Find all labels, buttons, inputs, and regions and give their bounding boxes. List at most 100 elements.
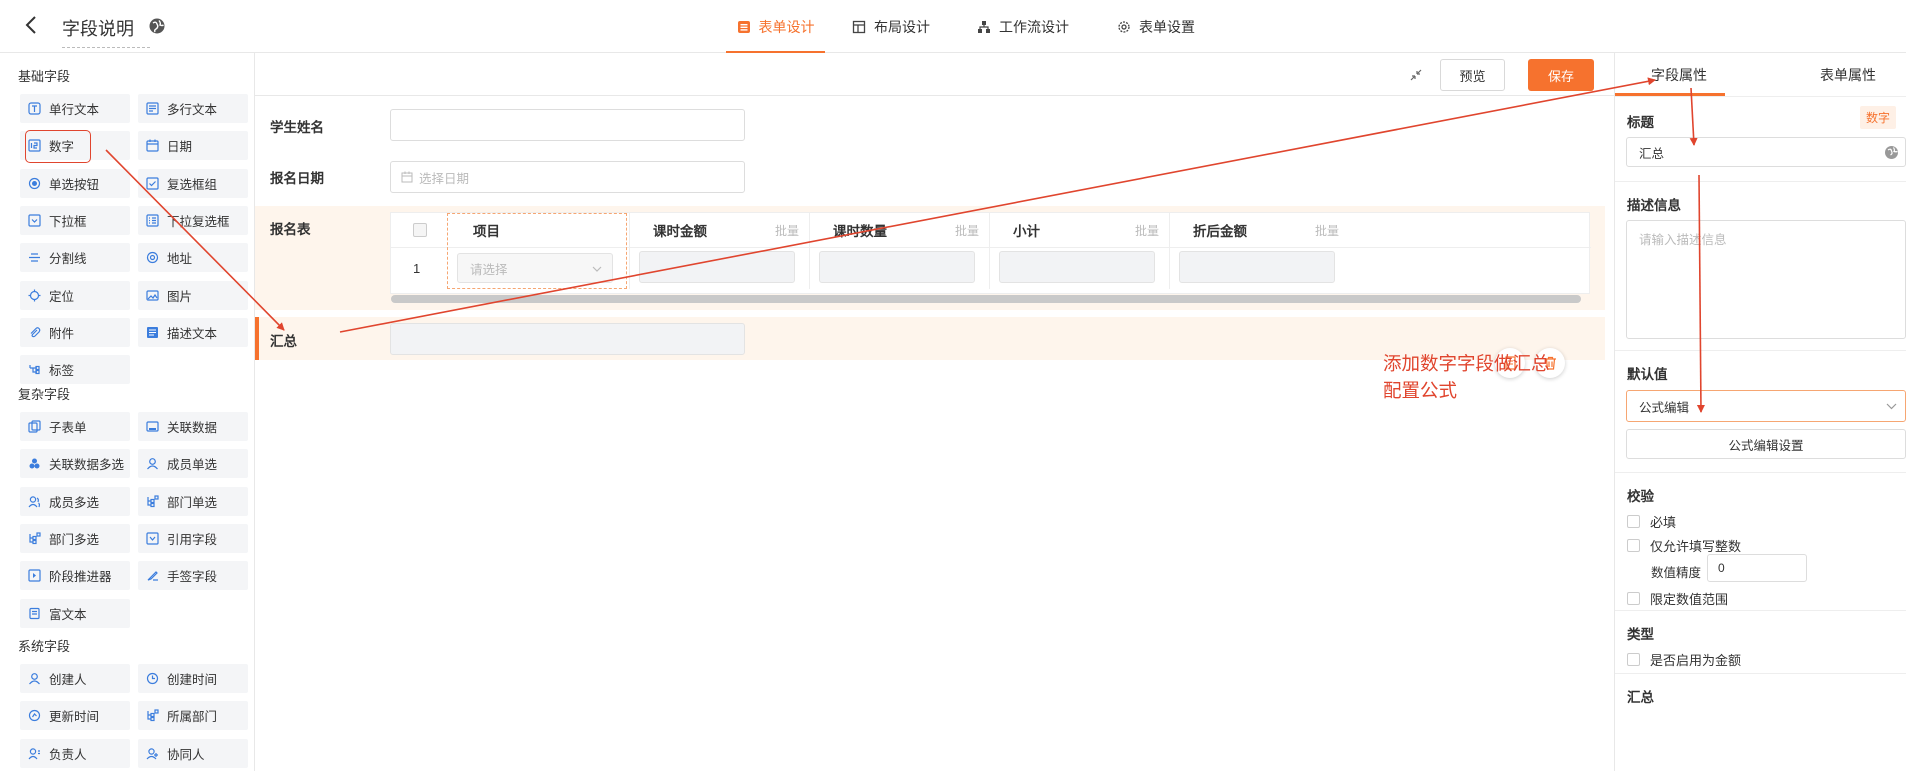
field-item[interactable]: 协同人 [138,738,248,768]
table-header-cell[interactable]: 小计 批量 [989,213,1169,247]
annotation-line-1: 添加数字字段做汇总 [1383,353,1550,374]
field-item[interactable]: 所属部门 [138,701,248,731]
field-item[interactable]: 关联数据多选 [20,449,130,479]
field-item[interactable]: 成员单选 [138,449,248,479]
select-all-checkbox[interactable] [413,223,427,237]
field-item-label: 部门单选 [167,495,218,510]
field-item[interactable]: 图片 [138,280,248,310]
field-item[interactable]: 单选按钮 [20,168,130,198]
horizontal-scrollbar[interactable] [391,295,1581,303]
save-button[interactable]: 保存 [1528,59,1594,91]
type-label: 类型 [1627,627,1654,642]
users-icon [28,495,41,508]
batch-button[interactable]: 批量 [1135,222,1159,239]
field-item[interactable]: 关联数据 [138,412,248,441]
globe-icon[interactable] [1884,145,1899,160]
field-item[interactable]: 手签字段 [138,561,248,591]
column-title: 小计 [1013,224,1040,239]
table-cell-input[interactable] [819,251,975,283]
batch-button[interactable]: 批量 [775,222,799,239]
field-item[interactable]: 负责人 [20,738,130,768]
checkbox-box[interactable] [1627,592,1640,605]
field-item[interactable]: 引用字段 [138,523,248,553]
field-item[interactable]: 标签 [20,355,130,385]
field-item[interactable]: 更新时间 [20,701,130,731]
batch-button[interactable]: 批量 [1315,222,1339,239]
field-item-label: 分割线 [49,252,87,267]
field-item[interactable]: 下拉框 [20,205,130,235]
batch-button[interactable]: 批量 [955,222,979,239]
date-placeholder: 选择日期 [419,171,470,186]
precision-label: 数值精度 [1651,566,1702,580]
field-item[interactable]: 阶段推进器 [20,561,130,591]
field-item[interactable]: 附件 [20,317,130,347]
required-label: 必填 [1650,515,1677,530]
shrink-icon[interactable] [1409,68,1423,82]
field-item[interactable]: 描述文本 [138,317,248,347]
checkbox-box[interactable] [1627,515,1640,528]
collaborator-icon [146,747,159,760]
address-icon [146,251,159,264]
tab-label: 布局设计 [874,18,930,35]
table-header-cell[interactable]: 课时金额 批量 [629,213,809,247]
field-item[interactable]: 部门多选 [20,523,130,553]
field-item[interactable]: 分割线 [20,243,130,273]
column-divider [809,213,810,289]
checkbox-box[interactable] [1627,653,1640,666]
preview-button[interactable]: 预览 [1440,59,1505,91]
field-item[interactable]: 成员多选 [20,486,130,516]
workflow-icon [978,20,990,33]
summary-input[interactable] [390,323,745,355]
subform-block[interactable]: 报名表 1 项目 请选择 课时金额 批量 课时数量 批量 小计 批量 折后金额 批量 [255,206,1605,310]
tab-field-properties[interactable]: 字段属性 [1651,65,1707,85]
field-item-label: 定位 [49,289,75,304]
limit-range-checkbox[interactable]: 限定数值范围 [1627,589,1728,608]
field-item[interactable]: 创建人 [20,664,130,693]
formula-settings-button[interactable]: 公式编辑设置 [1626,429,1906,459]
tab-form-settings[interactable]: 表单设置 [1117,0,1195,53]
enable-amount-checkbox[interactable]: 是否启用为金额 [1627,650,1741,669]
tab-workflow-design[interactable]: 工作流设计 [977,0,1069,53]
table-cell-input[interactable] [999,251,1155,283]
reference-icon [146,532,159,545]
item-select[interactable]: 请选择 [457,253,613,283]
tab-layout-design[interactable]: 布局设计 [852,0,930,53]
precision-input[interactable]: 0 [1707,554,1807,582]
field-item[interactable]: 日期 [138,131,248,161]
table-cell-input[interactable] [1179,251,1335,283]
field-item[interactable]: 单行文本 [20,94,130,123]
required-checkbox[interactable]: 必填 [1627,512,1676,531]
checkbox-box[interactable] [1627,539,1640,552]
field-item[interactable]: 部门单选 [138,486,248,516]
tab-form-properties[interactable]: 表单属性 [1820,65,1876,85]
field-item-label: 附件 [49,326,75,341]
integer-only-checkbox[interactable]: 仅允许填写整数 [1627,536,1741,555]
field-library-panel: 基础字段 单行文本 多行文本 数字 日期 单选按钮 复选框组 下拉框 下拉复选框 分割线 地址 定位… [0,53,255,771]
field-item[interactable]: 地址 [138,243,248,273]
validation-label: 校验 [1627,489,1654,504]
student-name-input[interactable] [390,109,745,141]
date-picker[interactable]: 选择日期 [390,161,745,193]
field-item[interactable]: 富文本 [20,598,130,628]
default-value-select[interactable]: 公式编辑 [1626,390,1906,422]
field-item-label: 成员多选 [49,495,100,510]
field-item[interactable]: 定位 [20,280,130,310]
globe-icon[interactable] [148,17,166,35]
table-cell-input[interactable] [639,251,795,283]
field-item[interactable]: 下拉复选框 [138,205,248,235]
field-item[interactable]: 多行文本 [138,94,248,123]
table-header-cell[interactable]: 课时数量 批量 [809,213,989,247]
title-input[interactable]: 汇总 [1626,137,1906,167]
checkbox-icon [146,176,159,190]
description-textarea[interactable]: 请输入描述信息 [1626,220,1906,339]
radio-icon [28,177,41,190]
field-item-label: 手签字段 [167,570,218,585]
section-title-basic: 基础字段 [18,69,71,84]
field-item[interactable]: 创建时间 [138,664,248,693]
tab-form-design[interactable]: 表单设计 [726,0,825,54]
table-header-cell[interactable]: 折后金额 批量 [1169,213,1349,247]
back-button[interactable] [24,14,46,38]
field-item[interactable]: 复选框组 [138,168,248,198]
field-item[interactable]: 子表单 [20,412,130,441]
page-title[interactable]: 字段说明 [62,15,150,48]
